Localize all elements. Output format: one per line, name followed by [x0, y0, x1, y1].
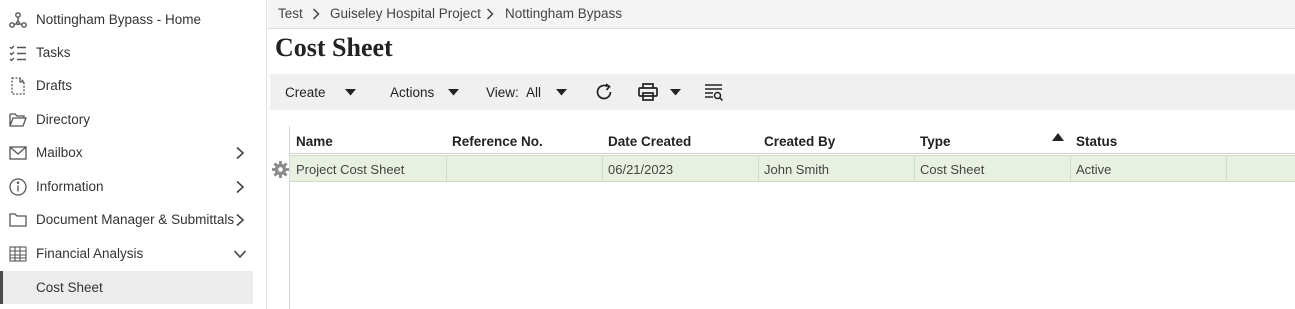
sidebar-item-label: Mailbox [36, 145, 83, 160]
column-divider [1226, 156, 1227, 181]
folder-open-icon [9, 113, 27, 127]
sidebar-item-document-manager[interactable]: Document Manager & Submittals [0, 203, 253, 236]
print-caret-down-icon[interactable] [670, 89, 681, 96]
column-divider [1070, 156, 1071, 181]
sidebar-item-label: Nottingham Bypass - Home [36, 12, 202, 27]
sidebar-item-label: Cost Sheet [36, 280, 103, 295]
column-header-created-by[interactable]: Created By [764, 134, 835, 149]
cell-created-by: John Smith [764, 162, 830, 177]
sidebar-nav: Nottingham Bypass - Home Tasks Drafts Di… [0, 0, 253, 309]
breadcrumb-link[interactable]: Test [278, 6, 303, 21]
sidebar-item-label: Drafts [36, 78, 73, 93]
sidebar-item-mailbox[interactable]: Mailbox [0, 136, 253, 169]
column-header-status[interactable]: Status [1076, 134, 1117, 149]
breadcrumb-current: Nottingham Bypass [505, 6, 623, 21]
cell-status: Active [1076, 162, 1112, 177]
page-title: Cost Sheet [275, 33, 393, 62]
column-header-name[interactable]: Name [296, 134, 333, 149]
column-header-date-created[interactable]: Date Created [608, 134, 691, 149]
search-list-icon[interactable] [703, 82, 725, 102]
column-divider [602, 156, 603, 181]
column-divider [914, 156, 915, 181]
view-label: View: [486, 85, 519, 100]
cell-name[interactable]: Project Cost Sheet [296, 162, 404, 177]
table-row[interactable]: Project Cost Sheet 06/21/2023 John Smith… [290, 155, 1295, 182]
info-icon [9, 178, 27, 196]
breadcrumb-link[interactable]: Guiseley Hospital Project [330, 6, 481, 21]
caret-down-icon [556, 89, 567, 96]
sidebar-item-home[interactable]: Nottingham Bypass - Home [0, 3, 253, 36]
sidebar-item-label: Document Manager & Submittals [36, 212, 235, 227]
caret-down-icon [448, 89, 459, 96]
sidebar-item-label: Directory [36, 112, 91, 127]
cell-date-created: 06/21/2023 [608, 162, 674, 177]
mail-icon [9, 146, 27, 160]
tasks-list-icon [9, 45, 26, 62]
sidebar-item-information[interactable]: Information [0, 170, 253, 203]
print-icon[interactable] [637, 82, 659, 102]
sidebar-divider [266, 0, 267, 309]
refresh-icon[interactable] [593, 82, 615, 102]
chevron-right-icon[interactable] [233, 213, 247, 227]
sidebar-item-label: Information [36, 179, 104, 194]
sidebar-item-label: Financial Analysis [36, 246, 144, 261]
sidebar-item-financial-analysis[interactable]: Financial Analysis [0, 237, 253, 270]
chevron-down-icon[interactable] [233, 247, 247, 261]
column-header-type[interactable]: Type [920, 134, 951, 149]
sort-ascending-icon[interactable] [1052, 133, 1064, 141]
actions-menu-button[interactable]: Actions [382, 74, 462, 110]
view-filter-dropdown[interactable]: View: All [480, 74, 572, 110]
sidebar-item-label: Tasks [36, 45, 71, 60]
folder-icon [9, 213, 27, 227]
column-header-reference[interactable]: Reference No. [452, 134, 543, 149]
sidebar-item-cost-sheet[interactable]: Cost Sheet [0, 271, 253, 304]
chevron-right-icon [486, 8, 494, 20]
view-value: All [526, 85, 542, 100]
create-menu-button[interactable]: Create [278, 74, 358, 110]
actions-label: Actions [390, 85, 435, 100]
create-label: Create [285, 85, 326, 100]
chevron-right-icon[interactable] [233, 180, 247, 194]
hierarchy-icon [9, 12, 27, 28]
column-divider [446, 156, 447, 181]
chevron-right-icon[interactable] [233, 146, 247, 160]
sidebar-item-tasks[interactable]: Tasks [0, 36, 253, 69]
column-divider [758, 156, 759, 181]
drafts-icon [11, 77, 25, 95]
caret-down-icon [345, 89, 356, 96]
gear-icon[interactable] [271, 160, 290, 179]
breadcrumb: Test Guiseley Hospital Project Nottingha… [268, 0, 1295, 29]
sidebar-item-directory[interactable]: Directory [0, 103, 253, 136]
table-header: Name Reference No. Date Created Created … [290, 126, 1295, 154]
grid-icon [9, 246, 27, 262]
cell-type: Cost Sheet [920, 162, 985, 177]
chevron-right-icon [312, 8, 320, 20]
toolbar: Create Actions View: All [270, 74, 1295, 110]
sidebar-item-drafts[interactable]: Drafts [0, 69, 253, 102]
